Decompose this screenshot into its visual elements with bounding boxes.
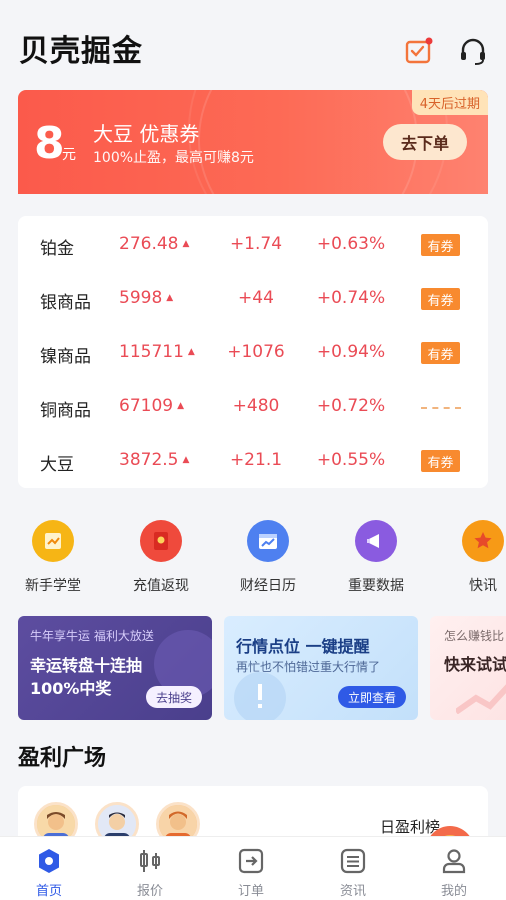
megaphone-icon (355, 520, 397, 562)
tab-label: 首页 (35, 884, 62, 899)
tab-label: 报价 (136, 884, 163, 899)
promo-title: 快来试试 (444, 655, 506, 674)
bottom-tab-bar: 首页 报价 订单 资讯 我的 (0, 836, 506, 900)
shortcut-label: 快讯 (469, 578, 497, 594)
up-arrow-icon: ▲ (177, 401, 185, 411)
app-title: 贝壳掘金 (19, 34, 143, 69)
shortcut-newbie-school[interactable]: 新手学堂 (8, 516, 98, 595)
coupon-badge[interactable]: 有券 (421, 342, 460, 364)
tab-profile[interactable]: 我的 (414, 843, 494, 899)
quote-percent: +0.55% (316, 450, 386, 470)
calendar-chart-icon (247, 520, 289, 562)
quote-row[interactable]: 铜商品 67109 ▲ +480 +0.72% (18, 392, 488, 422)
quote-name: 铂金 (40, 239, 74, 259)
checkin-calendar-icon[interactable] (404, 36, 434, 66)
expire-tag: 4天后过期 (411, 90, 488, 115)
order-icon (237, 847, 265, 875)
shortcut-recharge-cashback[interactable]: 充值返现 (116, 516, 206, 595)
quotes-list: 铂金 276.48 ▲ +1.74 +0.63% 有券 银商品 5998 ▲ +44… (18, 216, 488, 488)
tab-label: 订单 (237, 884, 264, 899)
quote-name: 镍商品 (40, 347, 91, 367)
trend-arrow-icon (456, 684, 506, 714)
quote-price: 115711 ▲ (119, 342, 195, 362)
coupon-unit: 元 (62, 147, 76, 163)
promo-title-line2: 100%中奖 (30, 679, 112, 698)
tab-orders[interactable]: 订单 (211, 843, 291, 899)
coupon-banner[interactable]: 4天后过期 8 元 大豆 优惠券 100%止盈，最高可赚8元 去下单 (18, 90, 488, 194)
promo-lucky-wheel[interactable]: 牛年享牛运 福利大放送 幸运转盘十连抽 100%中奖 去抽奖 (18, 616, 212, 720)
tab-label: 我的 (440, 884, 467, 899)
shortcut-finance-calendar[interactable]: 财经日历 (223, 516, 313, 595)
no-coupon-placeholder (421, 407, 461, 409)
quote-name: 铜商品 (40, 401, 91, 421)
tab-quotes[interactable]: 报价 (110, 843, 190, 899)
quote-change: +480 (232, 396, 280, 416)
coupon-description: 100%止盈，最高可赚8元 (93, 150, 254, 166)
place-order-button[interactable]: 去下单 (383, 124, 467, 160)
quote-row[interactable]: 银商品 5998 ▲ +44 +0.74% 有券 (18, 284, 488, 314)
promo-description: 再忙也不怕错过重大行情了 (236, 660, 381, 674)
up-arrow-icon: ▲ (182, 239, 190, 249)
shortcut-label: 新手学堂 (25, 578, 81, 594)
section-title-profit-square: 盈利广场 (18, 746, 107, 771)
quote-change: +21.1 (229, 450, 283, 470)
quote-percent: +0.72% (316, 396, 386, 416)
customer-service-icon[interactable] (458, 36, 488, 66)
promo-title: 行情点位 一键提醒 (236, 637, 370, 656)
promo-subtitle: 怎么赚钱比 (444, 629, 505, 643)
tab-news[interactable]: 资讯 (313, 843, 393, 899)
quote-change: +1.74 (229, 234, 283, 254)
quote-row[interactable]: 镍商品 115711 ▲ +1076 +0.94% 有券 (18, 338, 488, 368)
quote-price: 5998 ▲ (119, 288, 174, 308)
shortcut-label: 充值返现 (133, 578, 189, 594)
star-icon (462, 520, 504, 562)
quote-percent: +0.74% (316, 288, 386, 308)
quote-change: +1076 (227, 342, 285, 362)
coupon-amount: 8 (34, 118, 65, 169)
coupon-badge[interactable]: 有券 (421, 288, 460, 310)
quote-price: 3872.5 ▲ (119, 450, 190, 470)
shortcut-label: 财经日历 (240, 578, 296, 594)
coupon-title: 大豆 优惠券 (93, 122, 200, 146)
quote-name: 银商品 (40, 293, 91, 313)
up-arrow-icon: ▲ (187, 347, 195, 357)
shortcut-important-data[interactable]: 重要数据 (331, 516, 421, 595)
candlestick-icon (136, 847, 164, 875)
shortcut-grid: 新手学堂 充值返现 财经日历 重要数据 快讯 (0, 516, 506, 596)
tab-home[interactable]: 首页 (9, 843, 89, 899)
tab-label: 资讯 (339, 884, 366, 899)
up-arrow-icon: ▲ (166, 293, 174, 303)
promo-earn-money[interactable]: 怎么赚钱比 快来试试 (430, 616, 506, 720)
quote-percent: +0.94% (316, 342, 386, 362)
coupon-badge[interactable]: 有券 (421, 234, 460, 256)
quote-row[interactable]: 大豆 3872.5 ▲ +21.1 +0.55% 有券 (18, 446, 488, 476)
coupon-badge[interactable]: 有券 (421, 450, 460, 472)
quote-row[interactable]: 铂金 276.48 ▲ +1.74 +0.63% 有券 (18, 230, 488, 260)
promo-price-alert[interactable]: 行情点位 一键提醒 再忙也不怕错过重大行情了 立即查看 (224, 616, 418, 720)
shortcut-flash-news[interactable]: 快讯 (438, 516, 506, 595)
quote-price: 276.48 ▲ (119, 234, 190, 254)
news-icon (339, 847, 367, 875)
header: 贝壳掘金 (0, 0, 506, 90)
quote-name: 大豆 (40, 455, 74, 475)
promo-subtitle: 牛年享牛运 福利大放送 (30, 629, 154, 643)
quote-change: +44 (238, 288, 274, 308)
book-icon (32, 520, 74, 562)
up-arrow-icon: ▲ (182, 455, 190, 465)
shortcut-label: 重要数据 (348, 578, 404, 594)
lucky-draw-button[interactable]: 去抽奖 (146, 686, 203, 708)
view-now-button[interactable]: 立即查看 (338, 686, 407, 708)
quote-price: 67109 ▲ (119, 396, 185, 416)
promo-title: 幸运转盘十连抽 (30, 656, 143, 675)
quote-percent: +0.63% (316, 234, 386, 254)
home-icon (35, 847, 63, 875)
red-envelope-icon (140, 520, 182, 562)
profile-icon (440, 847, 468, 875)
